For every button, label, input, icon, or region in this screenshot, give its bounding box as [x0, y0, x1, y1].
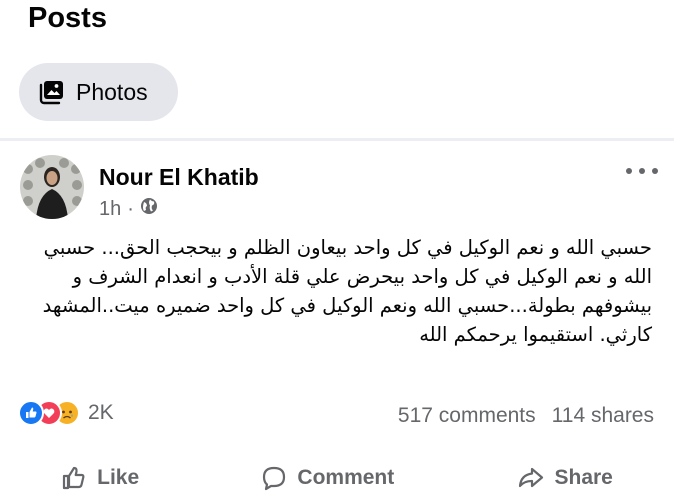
- more-dot-icon: [639, 168, 645, 174]
- photos-icon: [39, 79, 65, 105]
- share-label: Share: [554, 466, 613, 489]
- thumbs-up-icon: [61, 465, 87, 491]
- section-divider: [0, 138, 674, 141]
- meta-separator: ·: [127, 197, 134, 220]
- globe-icon: [140, 197, 158, 221]
- post-text: حسبي الله و نعم الوكيل في كل واحد بيعاون…: [42, 236, 652, 346]
- photos-filter-label: Photos: [76, 78, 148, 105]
- comments-count[interactable]: 517 comments: [398, 404, 536, 428]
- engagement-counts: 517 comments 114 shares: [398, 404, 654, 428]
- more-dot-icon: [626, 168, 632, 174]
- photos-filter-button[interactable]: Photos: [19, 63, 178, 121]
- post-meta: 1h ·: [99, 197, 158, 221]
- post-options-button[interactable]: [626, 162, 658, 180]
- avatar[interactable]: [20, 155, 84, 219]
- reactions-count: 2K: [88, 401, 114, 424]
- post-action-bar: Like Comment Share: [0, 458, 674, 498]
- section-title: Posts: [28, 2, 107, 34]
- shares-count[interactable]: 114 shares: [552, 404, 654, 428]
- like-button[interactable]: Like: [61, 458, 139, 498]
- comment-bubble-icon: [261, 465, 287, 491]
- like-reaction-icon: [18, 400, 44, 426]
- post-time[interactable]: 1h: [99, 198, 121, 221]
- post-author-name[interactable]: Nour El Khatib: [99, 164, 259, 191]
- share-arrow-icon: [517, 465, 545, 491]
- share-button[interactable]: Share: [517, 458, 613, 498]
- comment-label: Comment: [297, 466, 395, 489]
- like-label: Like: [97, 466, 140, 489]
- reactions-summary[interactable]: 2K: [18, 400, 114, 426]
- comment-button[interactable]: Comment: [261, 458, 394, 498]
- more-dot-icon: [652, 168, 658, 174]
